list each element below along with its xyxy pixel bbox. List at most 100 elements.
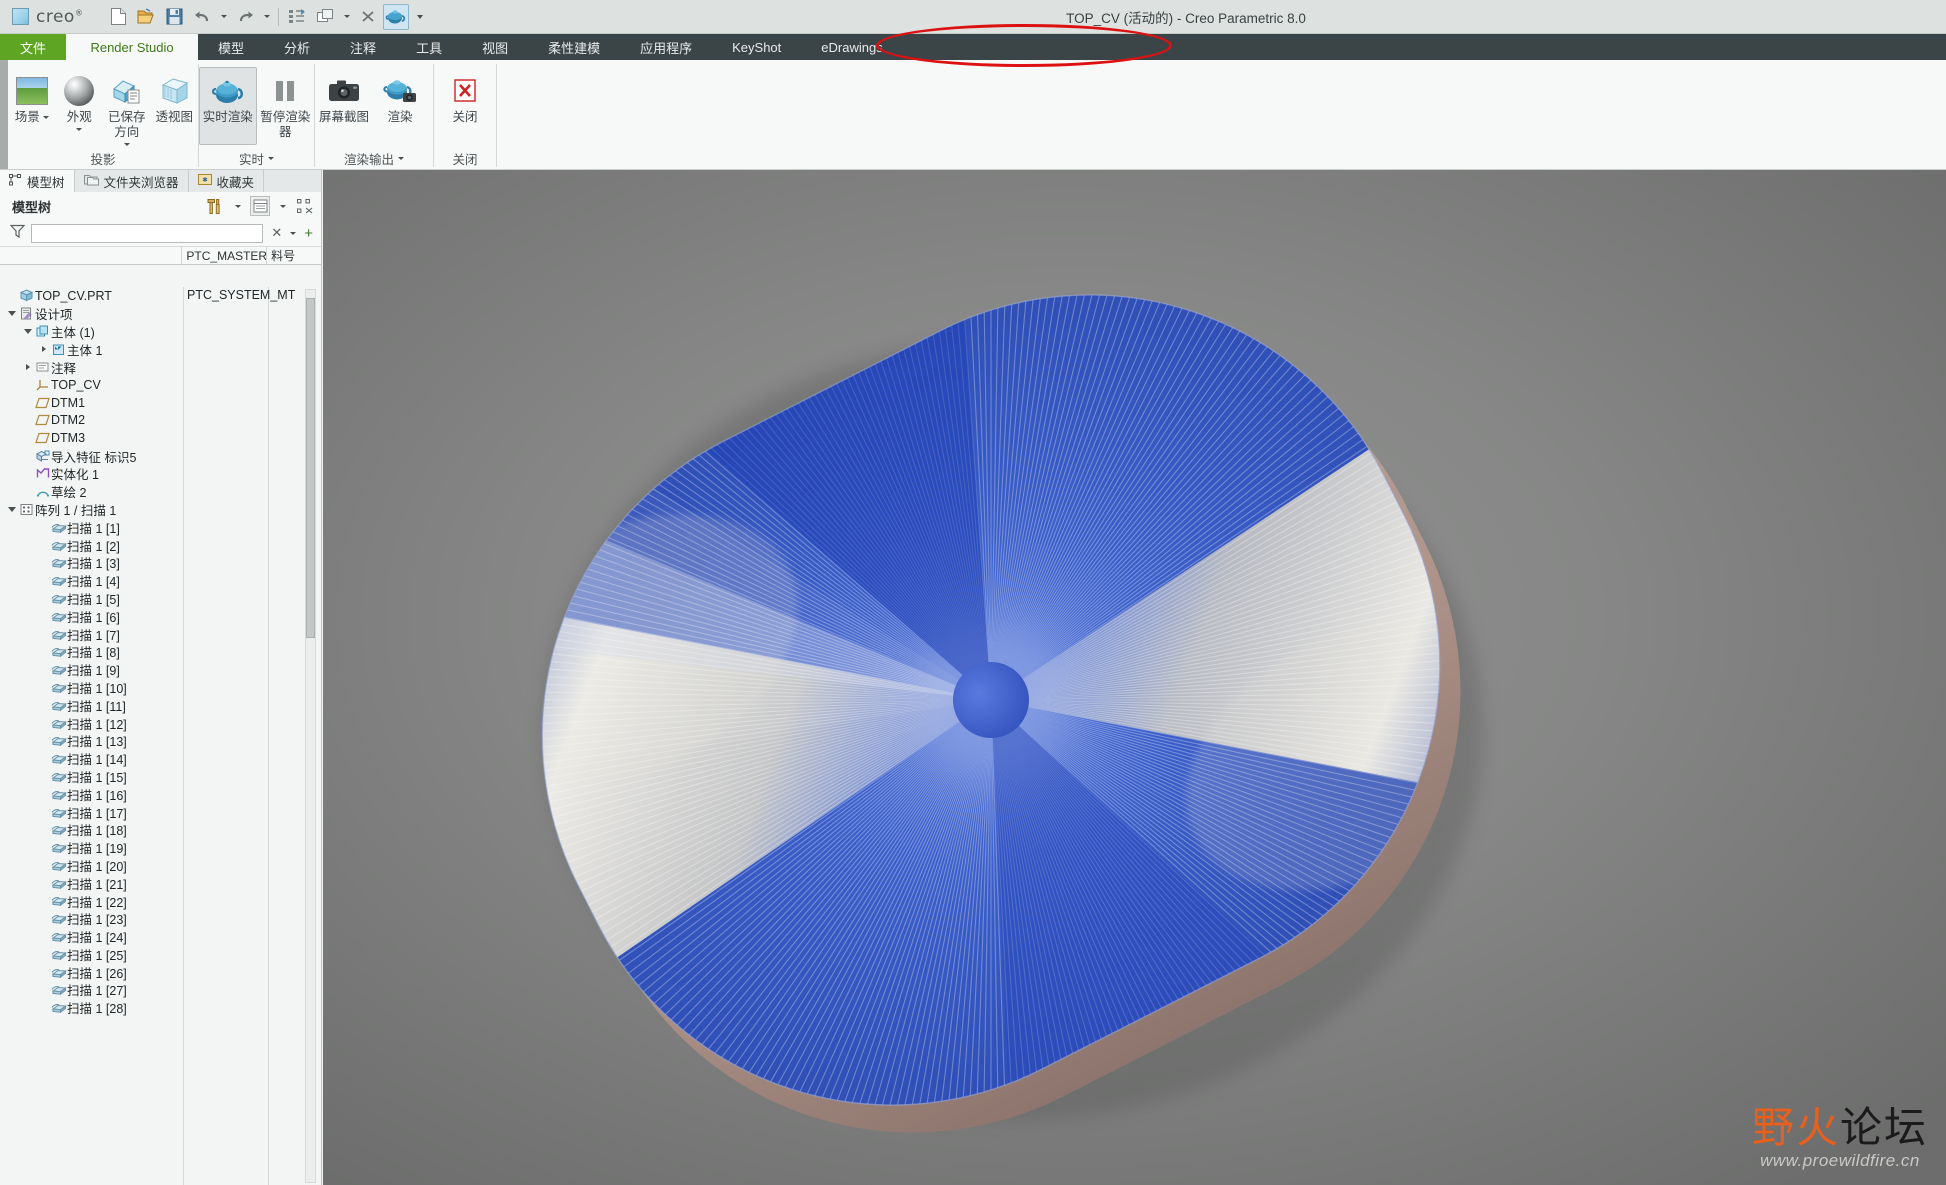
customize-dropdown-icon[interactable] <box>411 4 429 30</box>
tab-tools[interactable]: 工具 <box>396 34 462 60</box>
tree-row[interactable]: 扫描 1 [23] <box>0 910 321 928</box>
display-icon[interactable] <box>250 196 270 216</box>
model-tree-filter-input[interactable] <box>31 223 264 243</box>
graphics-viewport[interactable]: 野火 论坛 www.proewildfire.cn <box>323 170 1946 1185</box>
tree-row[interactable]: 扫描 1 [2] <box>0 536 321 554</box>
tree-row[interactable]: 导入特征 标识5 <box>0 447 321 465</box>
tree-row[interactable]: 扫描 1 [18] <box>0 821 321 839</box>
tree-row[interactable]: 扫描 1 [7] <box>0 625 321 643</box>
tree-row[interactable]: 扫描 1 [17] <box>0 803 321 821</box>
ribbon-button-appearance[interactable]: 外观 <box>56 67 104 145</box>
undo-dropdown-icon[interactable] <box>217 4 230 30</box>
add-plus-icon[interactable]: + <box>302 226 315 241</box>
save-icon[interactable] <box>161 4 187 30</box>
ribbon-button-pause-renderer[interactable]: 暂停渲染器 <box>257 67 315 145</box>
model-tree-scrollbar-thumb[interactable] <box>306 298 315 638</box>
tree-twisty-collapsed-icon[interactable] <box>22 364 34 371</box>
tree-columns-icon[interactable] <box>295 196 315 216</box>
tab-edrawings[interactable]: eDrawings <box>801 34 902 60</box>
window-icon[interactable] <box>312 4 338 30</box>
tree-row[interactable]: 扫描 1 [14] <box>0 750 321 768</box>
tree-twisty-expanded-icon[interactable] <box>22 328 34 334</box>
open-folder-icon[interactable] <box>133 4 159 30</box>
close-window-icon[interactable] <box>355 4 381 30</box>
tab-keyshot[interactable]: KeyShot <box>712 34 801 60</box>
tree-row[interactable]: 主体 1 <box>0 340 321 358</box>
new-document-icon[interactable] <box>105 4 131 30</box>
tree-row[interactable]: 阵列 1 / 扫描 1 <box>0 501 321 519</box>
render-studio-teapot-icon[interactable] <box>383 3 410 30</box>
tree-row[interactable]: 扫描 1 [6] <box>0 607 321 625</box>
tree-twisty-collapsed-icon[interactable] <box>38 346 50 353</box>
ribbon-button-perspective[interactable]: 透视图 <box>151 67 199 145</box>
settings-dropdown-icon[interactable] <box>231 196 244 216</box>
tree-row[interactable]: 扫描 1 [24] <box>0 928 321 946</box>
tab-render-studio[interactable]: Render Studio <box>66 34 199 60</box>
tree-row[interactable]: 扫描 1 [3] <box>0 554 321 572</box>
display-dropdown-icon[interactable] <box>276 196 289 216</box>
undo-icon[interactable] <box>189 4 215 30</box>
tree-row[interactable]: DTM2 <box>0 412 321 430</box>
tree-row[interactable]: 实体化 1 <box>0 465 321 483</box>
tab-annotate[interactable]: 注释 <box>330 34 396 60</box>
panel-tab-model-tree[interactable]: 模型树 <box>0 170 75 192</box>
ribbon-button-close[interactable]: 关闭 <box>438 67 492 145</box>
realtime-group-dropdown-icon[interactable] <box>268 156 274 160</box>
ribbon-button-scene[interactable]: 场景 <box>8 67 56 145</box>
tree-row[interactable]: 草绘 2 <box>0 483 321 501</box>
tree-row[interactable]: 扫描 1 [16] <box>0 785 321 803</box>
redo-icon[interactable] <box>232 4 258 30</box>
ribbon-button-saved-orientation[interactable]: 已保存方向 <box>103 67 151 147</box>
tree-row[interactable]: 设计项 <box>0 305 321 323</box>
tree-row[interactable]: 扫描 1 [21] <box>0 874 321 892</box>
tree-twisty-expanded-icon[interactable] <box>6 506 18 512</box>
tree-twisty-expanded-icon[interactable] <box>6 311 18 317</box>
tree-row[interactable]: 扫描 1 [15] <box>0 768 321 786</box>
ribbon-button-render[interactable]: 渲染 <box>373 67 427 145</box>
tree-row[interactable]: 主体 (1) <box>0 323 321 341</box>
tree-row[interactable]: 扫描 1 [5] <box>0 590 321 608</box>
tab-model[interactable]: 模型 <box>198 34 264 60</box>
settings-tools-icon[interactable] <box>205 196 225 216</box>
tree-row[interactable]: 扫描 1 [20] <box>0 857 321 875</box>
tree-row[interactable]: 注释 <box>0 358 321 376</box>
tree-row[interactable]: 扫描 1 [19] <box>0 839 321 857</box>
column-header-feature[interactable] <box>0 247 183 264</box>
tree-row[interactable]: 扫描 1 [12] <box>0 714 321 732</box>
redo-dropdown-icon[interactable] <box>260 4 273 30</box>
tab-flexible-modeling[interactable]: 柔性建模 <box>528 34 620 60</box>
tree-row[interactable]: 扫描 1 [26] <box>0 963 321 981</box>
window-dropdown-icon[interactable] <box>340 4 353 30</box>
tree-row[interactable]: 扫描 1 [4] <box>0 572 321 590</box>
saved-orientation-dropdown-icon[interactable] <box>123 143 130 146</box>
clear-x-icon[interactable]: ✕ <box>269 225 284 241</box>
tree-row[interactable]: 扫描 1 [9] <box>0 661 321 679</box>
tree-row[interactable]: DTM1 <box>0 394 321 412</box>
ribbon-button-screen-capture[interactable]: 屏幕截图 <box>315 67 373 145</box>
panel-tab-favorites[interactable]: 收藏夹 <box>188 170 265 192</box>
tree-row[interactable]: 扫描 1 [10] <box>0 679 321 697</box>
tree-row[interactable]: 扫描 1 [27] <box>0 981 321 999</box>
tree-row[interactable]: 扫描 1 [11] <box>0 696 321 714</box>
tab-file[interactable]: 文件 <box>0 34 67 60</box>
tree-row[interactable]: 扫描 1 [22] <box>0 892 321 910</box>
tree-row[interactable]: 扫描 1 [8] <box>0 643 321 661</box>
scene-dropdown-icon[interactable] <box>42 116 49 119</box>
tree-row[interactable]: TOP_CV <box>0 376 321 394</box>
tree-row[interactable]: 扫描 1 [28] <box>0 999 321 1017</box>
ribbon-button-realtime-render[interactable]: 实时渲染 <box>199 67 257 145</box>
appearance-dropdown-icon[interactable] <box>76 128 83 131</box>
column-header-material-code[interactable]: 料号 <box>267 247 321 264</box>
tree-row[interactable]: 扫描 1 [25] <box>0 945 321 963</box>
panel-tab-folder-browser[interactable]: 文件夹浏览器 <box>74 170 189 192</box>
tab-view[interactable]: 视图 <box>462 34 528 60</box>
regenerate-icon[interactable] <box>284 4 310 30</box>
column-header-ptc-master-material[interactable]: PTC_MASTER_M <box>182 247 268 264</box>
filter-dropdown-icon[interactable] <box>290 231 297 235</box>
render-output-group-dropdown-icon[interactable] <box>398 156 404 160</box>
tree-row[interactable]: DTM3 <box>0 429 321 447</box>
tree-row[interactable]: 扫描 1 [1] <box>0 518 321 536</box>
tab-applications[interactable]: 应用程序 <box>620 34 712 60</box>
tree-row[interactable]: 扫描 1 [13] <box>0 732 321 750</box>
tab-analysis[interactable]: 分析 <box>264 34 330 60</box>
